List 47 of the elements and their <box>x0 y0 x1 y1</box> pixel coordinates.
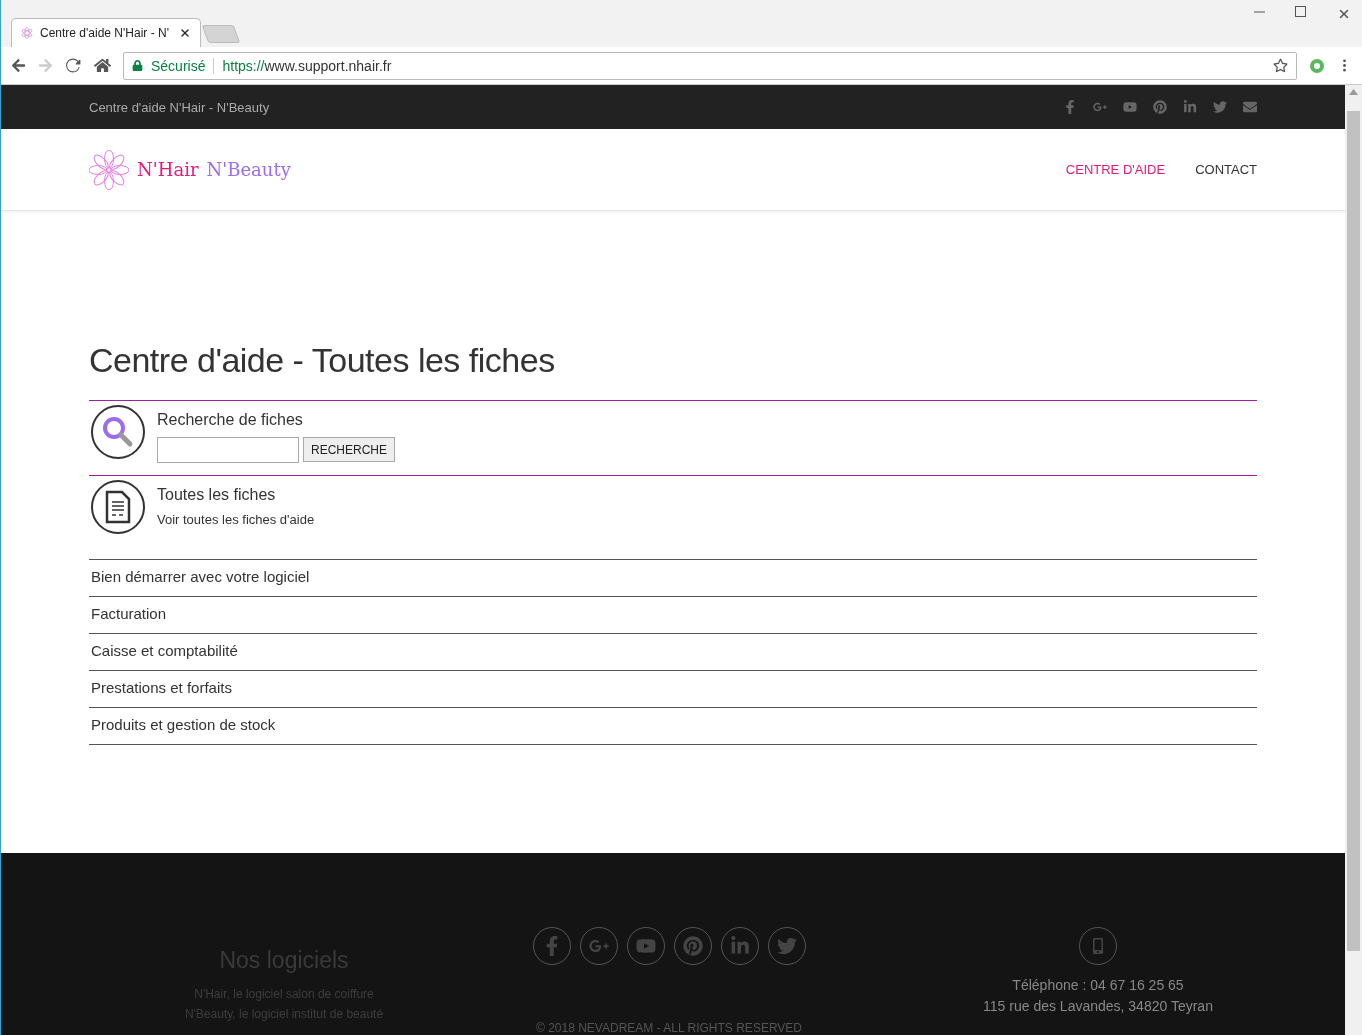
category-link[interactable]: Caisse et comptabilité <box>89 633 1257 670</box>
scroll-up-icon[interactable] <box>1349 89 1358 95</box>
twitter-icon[interactable] <box>1213 100 1227 114</box>
logo-text[interactable]: N'Beauty <box>206 159 291 180</box>
search-title: Recherche de fiches <box>157 411 304 429</box>
category-link[interactable]: Facturation <box>89 596 1257 633</box>
maximize-icon[interactable] <box>1295 6 1306 17</box>
browser-tab[interactable]: Centre d'aide N'Hair - N' <box>11 18 201 47</box>
star-icon[interactable] <box>1273 58 1288 73</box>
youtube-icon[interactable] <box>1123 100 1137 114</box>
flower-icon <box>20 26 34 40</box>
mail-icon[interactable] <box>1243 100 1257 114</box>
flower-logo-icon <box>89 149 129 190</box>
nav-link[interactable]: CENTRE D'AIDE <box>1065 162 1166 177</box>
google-plus-icon[interactable] <box>1093 100 1107 114</box>
back-icon[interactable] <box>11 58 26 73</box>
page-title: Centre d'aide - Toutes les fiches <box>89 341 556 380</box>
facebook-icon[interactable] <box>1063 100 1077 114</box>
search-field[interactable] <box>157 437 299 463</box>
search-button[interactable]: RECHERCHE <box>303 437 395 462</box>
pinterest-icon[interactable] <box>1153 100 1167 114</box>
phone-text: Téléphone : 04 67 16 25 65 <box>1012 976 1184 995</box>
close-icon[interactable] <box>178 26 192 40</box>
tab-title: Centre d'aide N'Hair - N' <box>40 26 170 40</box>
category-link[interactable]: Prestations et forfaits <box>89 670 1257 707</box>
reload-icon[interactable] <box>65 57 82 74</box>
forward-icon[interactable] <box>38 58 53 73</box>
address-bar[interactable]: Sécurisé https://www.support.nhair.fr <box>123 51 1297 80</box>
new-tab-button[interactable] <box>201 25 241 43</box>
nav-link[interactable]: CONTACT <box>1195 162 1257 177</box>
document-circle-icon[interactable] <box>91 480 145 534</box>
category-link[interactable]: Produits et gestion de stock <box>89 707 1257 745</box>
logo-text[interactable]: N'Hair <box>137 159 199 180</box>
lock-icon <box>132 60 143 71</box>
scrollbar-thumb[interactable] <box>1347 111 1360 951</box>
extension-icon[interactable] <box>1309 57 1325 74</box>
url-text: https://www.support.nhair.fr <box>222 57 393 74</box>
address-text: 115 rue des Lavandes, 34820 Teyran <box>983 997 1213 1016</box>
home-icon[interactable] <box>94 57 111 74</box>
linkedin-icon[interactable] <box>1183 100 1197 114</box>
all-sheets-link[interactable]: Toutes les fiches <box>157 486 315 504</box>
search-circle-icon <box>91 405 145 459</box>
security-label: Sécurisé <box>151 57 206 74</box>
site-tagline: Centre d'aide N'Hair - N'Beauty <box>89 99 270 115</box>
category-link[interactable]: Bien démarrer avec votre logiciel <box>89 559 1257 596</box>
copyright-text: © 2018 NEVADREAM - ALL RIGHTS RESERVED <box>535 1021 802 1035</box>
all-sheets-description: Voir toutes les fiches d'aide <box>157 512 315 527</box>
